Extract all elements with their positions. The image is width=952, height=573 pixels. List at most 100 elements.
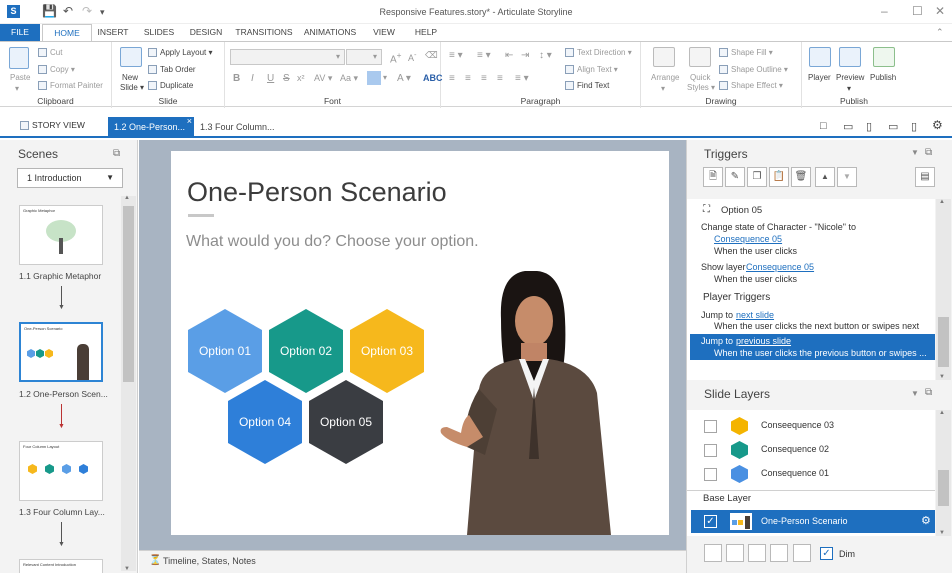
option-01-button[interactable]: Option 01 xyxy=(188,309,262,393)
font-family-dropdown[interactable]: ▾ xyxy=(230,49,345,65)
align-left-icon[interactable]: ≡ xyxy=(449,73,455,84)
layers-scrollbar[interactable]: ▲ ▼ xyxy=(936,410,951,536)
layer-row[interactable]: Consequence 02 xyxy=(687,438,935,462)
copy-trigger-icon[interactable]: ❐ xyxy=(747,167,767,187)
duplicate-button[interactable]: Duplicate xyxy=(148,81,193,91)
tablet-portrait-icon[interactable]: ▯ xyxy=(866,120,872,133)
find-text-button[interactable]: Find Text xyxy=(565,81,609,91)
align-center-icon[interactable]: ≡ xyxy=(465,73,471,84)
paste-layer-icon[interactable] xyxy=(770,544,788,562)
slide-thumbnail-1-4[interactable]: Relevant Content Introduction xyxy=(19,559,103,573)
trigger-action-text[interactable]: Change state of Character - "Nicole" to xyxy=(701,222,856,232)
triggers-scrollbar[interactable]: ▲ ▼ xyxy=(936,199,951,380)
bold-icon[interactable]: B xyxy=(233,73,240,84)
undock-icon[interactable]: ⧉ xyxy=(925,387,932,398)
trigger-target-link[interactable]: Consequence 05 xyxy=(746,262,814,272)
slide-canvas[interactable]: One-Person Scenario What would you do? C… xyxy=(171,151,669,535)
gear-icon[interactable]: ⚙ xyxy=(932,118,943,132)
minimize-button[interactable]: – xyxy=(881,4,888,18)
trigger-action-text[interactable]: Jump to xyxy=(701,310,733,320)
text-direction-button[interactable]: Text Direction ▾ xyxy=(565,48,632,58)
base-layer-checkbox[interactable]: ✓ xyxy=(704,515,717,528)
scroll-thumb[interactable] xyxy=(938,317,949,367)
edit-trigger-icon[interactable]: ✎ xyxy=(725,167,745,187)
arrange-button[interactable]: Arrange xyxy=(651,73,679,82)
paste-dropdown-icon[interactable]: ▾ xyxy=(15,84,19,93)
scenes-scrollbar[interactable]: ▲ ▼ xyxy=(121,195,136,572)
player-button[interactable]: Player xyxy=(808,73,831,82)
trigger-when-text[interactable]: When the user clicks xyxy=(714,246,797,256)
spellcheck-icon[interactable]: ABC xyxy=(423,73,443,83)
story-view-tab[interactable]: STORY VIEW xyxy=(20,120,85,131)
delete-trigger-icon[interactable]: 🗑 xyxy=(791,167,811,187)
collapse-ribbon-icon[interactable]: ⌃ xyxy=(936,27,944,38)
justify-icon[interactable]: ≡ xyxy=(497,73,503,84)
layer-row[interactable]: Consequence 01 xyxy=(687,462,935,486)
scroll-up-icon[interactable]: ▲ xyxy=(124,195,130,201)
layer-visibility-checkbox[interactable] xyxy=(704,420,717,433)
tablet-landscape-icon[interactable]: ▭ xyxy=(843,120,853,133)
tab-insert[interactable]: INSERT xyxy=(96,24,130,42)
scroll-down-icon[interactable]: ▼ xyxy=(939,374,945,380)
tab-one-person-scenario[interactable]: 1.2 One-Person... × xyxy=(108,116,194,138)
tab-file[interactable]: FILE xyxy=(0,24,40,42)
copy-layer-icon[interactable] xyxy=(748,544,766,562)
layer-visibility-checkbox[interactable] xyxy=(704,444,717,457)
quick-styles-button[interactable]: Quick xyxy=(690,73,710,82)
publish-button[interactable]: Publish xyxy=(870,73,896,82)
slide-title[interactable]: One-Person Scenario xyxy=(187,177,447,208)
option-03-button[interactable]: Option 03 xyxy=(350,309,424,393)
new-trigger-icon[interactable]: 🗎 xyxy=(703,167,723,187)
new-slide-button-line2[interactable]: Slide ▾ xyxy=(120,83,144,92)
preview-button[interactable]: Preview xyxy=(836,73,864,82)
move-down-icon[interactable]: ▼ xyxy=(837,167,857,187)
align-right-icon[interactable]: ≡ xyxy=(481,73,487,84)
highlight-color-icon[interactable] xyxy=(367,71,381,85)
new-layer-icon[interactable] xyxy=(704,544,722,562)
collapse-layers-icon[interactable]: ▼ xyxy=(911,389,919,398)
scroll-down-icon[interactable]: ▼ xyxy=(124,566,130,572)
scroll-up-icon[interactable]: ▲ xyxy=(939,199,945,205)
option-02-button[interactable]: Option 02 xyxy=(269,309,343,393)
close-button[interactable]: ✕ xyxy=(935,4,945,18)
highlight-dropdown-icon[interactable]: ▾ xyxy=(383,73,387,82)
arrange-dropdown-icon[interactable]: ▾ xyxy=(661,84,665,93)
slide-subtitle[interactable]: What would you do? Choose your option. xyxy=(186,233,479,251)
duplicate-layer-icon[interactable] xyxy=(726,544,744,562)
superscript-icon[interactable]: x² xyxy=(297,73,305,83)
delete-layer-icon[interactable] xyxy=(793,544,811,562)
copy-button[interactable]: Copy ▾ xyxy=(38,65,75,75)
cut-button[interactable]: Cut xyxy=(38,48,62,58)
underline-icon[interactable]: U xyxy=(267,73,274,84)
close-tab-icon[interactable]: × xyxy=(187,111,192,131)
slide-thumbnail-1-2[interactable]: One-Person Scenario xyxy=(19,322,103,382)
gear-icon[interactable]: ⚙ xyxy=(921,514,931,527)
preview-dropdown-icon[interactable]: ▾ xyxy=(847,84,851,93)
format-painter-button[interactable]: Format Painter xyxy=(38,81,103,91)
font-size-dropdown[interactable]: ▾ xyxy=(346,49,382,65)
apply-layout-button[interactable]: Apply Layout ▾ xyxy=(148,48,213,58)
numbering-icon[interactable]: ≡ ▾ xyxy=(477,50,491,61)
quick-styles-button-line2[interactable]: Styles ▾ xyxy=(687,83,715,92)
new-slide-button[interactable]: New xyxy=(122,73,138,82)
shape-effect-button[interactable]: Shape Effect ▾ xyxy=(719,81,783,91)
tab-help[interactable]: HELP xyxy=(410,24,442,42)
trigger-target-link[interactable]: previous slide xyxy=(736,336,791,346)
bullets-icon[interactable]: ≡ ▾ xyxy=(449,50,463,61)
trigger-panel-options-icon[interactable]: ▤ xyxy=(915,167,935,187)
dim-checkbox[interactable]: ✓ xyxy=(820,547,833,560)
trigger-when-text[interactable]: When the user clicks xyxy=(714,274,797,284)
tab-four-column-layout[interactable]: 1.3 Four Column... xyxy=(194,117,281,138)
grow-font-icon[interactable]: A+ xyxy=(390,50,402,65)
line-spacing-icon[interactable]: ↕ ▾ xyxy=(539,50,552,61)
trigger-when-text[interactable]: When the user clicks the next button or … xyxy=(714,321,919,331)
option-04-button[interactable]: Option 04 xyxy=(228,380,302,464)
strikethrough-icon[interactable]: S xyxy=(283,73,290,84)
clear-format-icon[interactable]: ⌫ xyxy=(425,50,438,61)
tab-transitions[interactable]: TRANSITIONS xyxy=(235,24,293,42)
slide-thumbnail-1-1[interactable]: Graphic Metaphor xyxy=(19,205,103,265)
shape-fill-button[interactable]: Shape Fill ▾ xyxy=(719,48,773,58)
tab-slides[interactable]: SLIDES xyxy=(141,24,177,42)
decrease-indent-icon[interactable]: ⇤ xyxy=(505,50,513,61)
tab-animations[interactable]: ANIMATIONS xyxy=(302,24,358,42)
